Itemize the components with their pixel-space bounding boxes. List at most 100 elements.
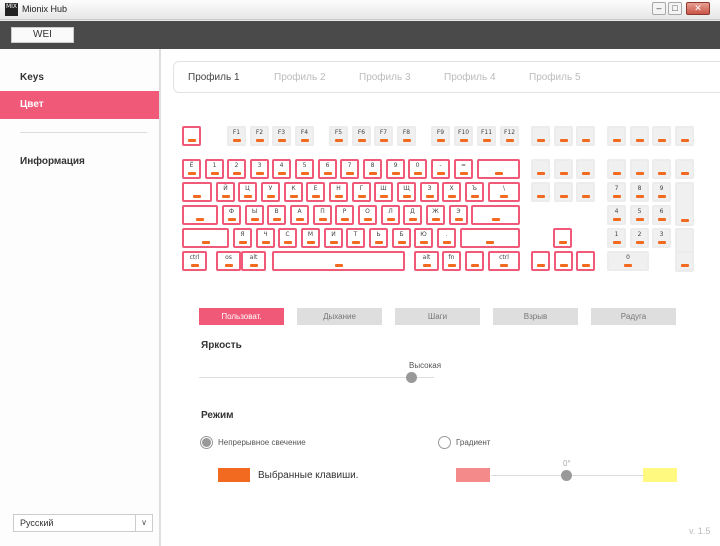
keyboard-key[interactable]: F3 — [272, 126, 291, 146]
keyboard-key[interactable]: М — [301, 228, 320, 248]
keyboard-key[interactable]: Ю — [414, 228, 433, 248]
keyboard-key[interactable]: Н — [329, 182, 348, 202]
keyboard-key[interactable] — [554, 126, 573, 146]
keyboard-key[interactable]: О — [358, 205, 377, 225]
keyboard-key[interactable] — [553, 228, 572, 248]
keyboard-key[interactable]: F7 — [374, 126, 393, 146]
keyboard-key[interactable]: Ж — [426, 205, 445, 225]
keyboard-key[interactable]: 1 — [607, 228, 626, 248]
keyboard-key[interactable]: 6 — [652, 205, 671, 225]
keyboard-key[interactable] — [531, 251, 550, 271]
keyboard-key[interactable] — [471, 205, 520, 225]
gradient-knob[interactable] — [561, 470, 572, 481]
keyboard-key[interactable]: 7 — [607, 182, 626, 202]
keyboard-key[interactable]: F4 — [295, 126, 314, 146]
keyboard-key[interactable]: Ф — [222, 205, 241, 225]
keyboard-key[interactable]: F2 — [250, 126, 269, 146]
keyboard-key[interactable] — [182, 126, 201, 146]
gradient-end-swatch[interactable] — [643, 468, 677, 482]
keyboard-key[interactable]: fn — [442, 251, 461, 271]
keyboard-key[interactable]: Е — [306, 182, 325, 202]
keyboard-key[interactable]: F9 — [431, 126, 450, 146]
keyboard-key[interactable]: Ш — [374, 182, 393, 202]
keyboard-key[interactable] — [477, 159, 520, 179]
keyboard-key[interactable]: 6 — [318, 159, 337, 179]
keyboard-key[interactable]: Ы — [245, 205, 264, 225]
tab-profile-3[interactable]: Профиль 3 — [359, 72, 411, 83]
keyboard-key[interactable]: \ — [488, 182, 520, 202]
sidebar-item-color[interactable]: Цвет — [0, 91, 159, 119]
profile-name-button[interactable]: WEI — [11, 27, 74, 43]
keyboard-key[interactable]: 1 — [205, 159, 224, 179]
keyboard-key[interactable]: 7 — [340, 159, 359, 179]
keyboard-key[interactable] — [675, 251, 694, 271]
brightness-knob[interactable] — [405, 372, 417, 383]
keyboard-key[interactable]: Г — [352, 182, 371, 202]
keyboard-key[interactable]: Ё — [182, 159, 201, 179]
keyboard-key[interactable]: Щ — [397, 182, 416, 202]
minimize-button[interactable]: – — [652, 2, 666, 15]
keyboard-key[interactable] — [675, 126, 694, 146]
keyboard-key[interactable]: = — [454, 159, 473, 179]
keyboard-key[interactable]: С — [278, 228, 297, 248]
keyboard-key[interactable]: У — [261, 182, 280, 202]
effect-explosion-button[interactable]: Взрыв — [493, 308, 578, 325]
keyboard-key[interactable]: Ч — [256, 228, 275, 248]
keyboard-key[interactable] — [460, 228, 520, 248]
keyboard-key[interactable]: Ъ — [465, 182, 484, 202]
keyboard-key[interactable] — [554, 159, 573, 179]
keyboard-key[interactable]: Х — [442, 182, 461, 202]
tab-profile-2[interactable]: Профиль 2 — [274, 72, 326, 83]
keyboard-key[interactable]: Я — [233, 228, 252, 248]
effect-breathing-button[interactable]: Дыхание — [297, 308, 382, 325]
keyboard-key[interactable] — [272, 251, 405, 271]
keyboard-key[interactable] — [465, 251, 484, 271]
keyboard-key[interactable] — [182, 205, 218, 225]
keyboard-key[interactable]: 3 — [250, 159, 269, 179]
keyboard-key[interactable]: Д — [403, 205, 422, 225]
keyboard-key[interactable]: F5 — [329, 126, 348, 146]
keyboard-key[interactable] — [531, 126, 550, 146]
keyboard-key[interactable]: Р — [335, 205, 354, 225]
keyboard-key[interactable]: 8 — [630, 182, 649, 202]
keyboard-key[interactable]: А — [290, 205, 309, 225]
keyboard-key[interactable]: 2 — [227, 159, 246, 179]
keyboard-key[interactable] — [675, 159, 694, 179]
keyboard-key[interactable]: 5 — [630, 205, 649, 225]
keyboard-key[interactable] — [182, 182, 212, 202]
gradient-start-swatch[interactable] — [456, 468, 490, 482]
keyboard-key[interactable] — [675, 182, 694, 226]
keyboard-key[interactable]: alt — [414, 251, 439, 271]
keyboard-key[interactable] — [182, 228, 229, 248]
radio-continuous[interactable] — [200, 436, 213, 449]
keyboard-key[interactable] — [576, 251, 595, 271]
keyboard-key[interactable]: В — [267, 205, 286, 225]
effect-steps-button[interactable]: Шаги — [395, 308, 480, 325]
keyboard-key[interactable]: alt — [241, 251, 266, 271]
keyboard-key[interactable]: З — [420, 182, 439, 202]
keyboard-key[interactable]: F1 — [227, 126, 246, 146]
keyboard-key[interactable] — [531, 159, 550, 179]
sidebar-item-keys[interactable]: Keys — [0, 64, 159, 92]
keyboard-key[interactable]: F6 — [352, 126, 371, 146]
maximize-button[interactable]: □ — [668, 2, 682, 15]
tab-profile-5[interactable]: Профиль 5 — [529, 72, 581, 83]
brightness-track[interactable] — [199, 377, 434, 378]
keyboard-key[interactable]: 0 — [408, 159, 427, 179]
keyboard-key[interactable]: Т — [346, 228, 365, 248]
keyboard-key[interactable]: 9 — [652, 182, 671, 202]
tab-profile-4[interactable]: Профиль 4 — [444, 72, 496, 83]
keyboard-key[interactable]: Э — [449, 205, 468, 225]
keyboard-key[interactable] — [652, 159, 671, 179]
keyboard-key[interactable]: - — [431, 159, 450, 179]
keyboard-key[interactable]: 3 — [652, 228, 671, 248]
keyboard-key[interactable] — [576, 159, 595, 179]
keyboard-key[interactable]: F8 — [397, 126, 416, 146]
chevron-down-icon[interactable]: ∨ — [135, 515, 152, 531]
keyboard-key[interactable] — [630, 126, 649, 146]
effect-custom-button[interactable]: Пользоват. — [199, 308, 284, 325]
tab-profile-1[interactable]: Профиль 1 — [188, 72, 240, 83]
keyboard-key[interactable]: 5 — [295, 159, 314, 179]
keyboard-key[interactable] — [652, 126, 671, 146]
keyboard-key[interactable]: И — [324, 228, 343, 248]
